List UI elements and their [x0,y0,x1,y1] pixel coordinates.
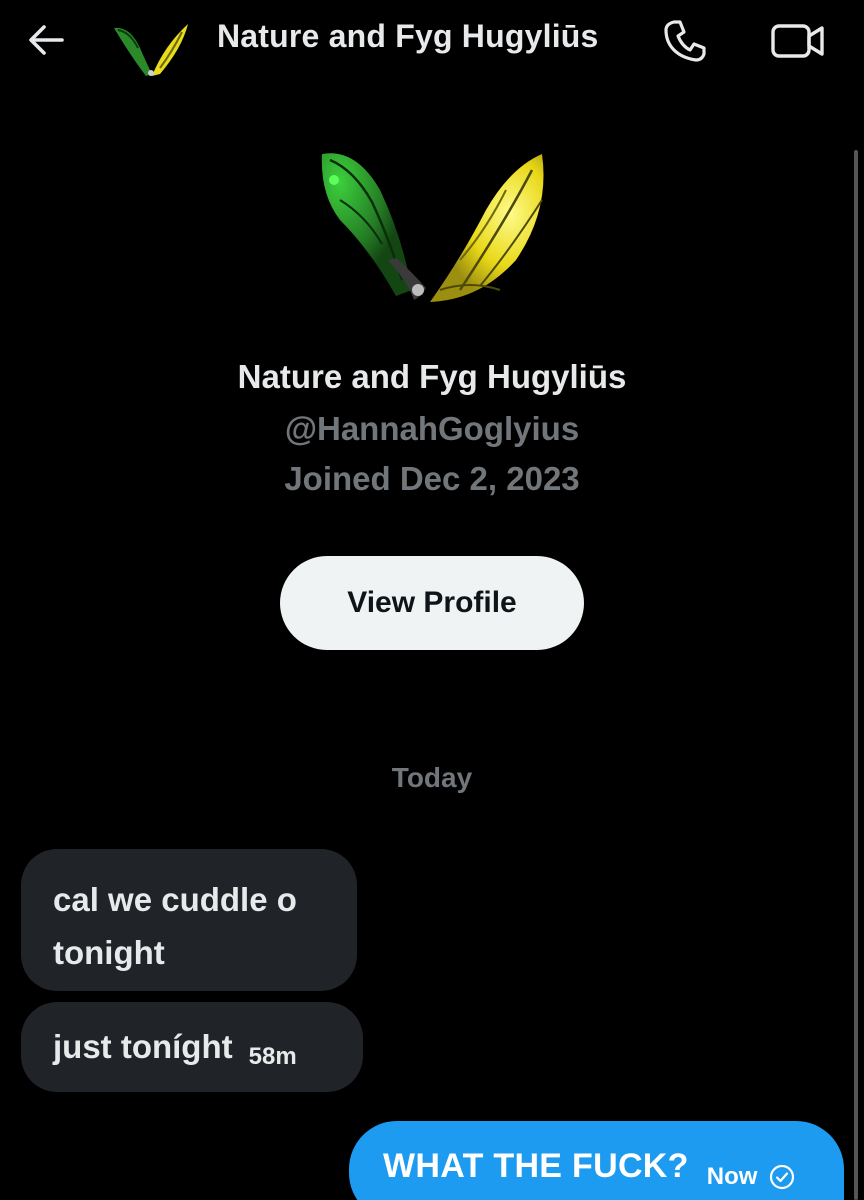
call-button[interactable] [658,14,712,68]
incoming-message-bubble[interactable]: cal we cuddle o tonight [21,849,357,991]
message-meta: Now [707,1163,796,1191]
message-text: WHAT THE FUCK? [383,1147,689,1185]
scrollbar[interactable] [854,150,858,1200]
incoming-message-bubble[interactable]: just toníght 58m [21,1002,363,1092]
outgoing-message-bubble[interactable]: WHAT THE FUCK? Now [349,1121,844,1200]
dm-conversation-screen: Nature and Fyg Hugyliūs Nature and Fyg H… [0,0,864,1200]
message-text: just toníght [53,1028,233,1065]
conversation-header: Nature and Fyg Hugyliūs [0,0,864,80]
message-timestamp: Now [706,1163,758,1190]
back-button[interactable] [22,16,70,64]
video-camera-icon [771,24,824,58]
profile-handle: @HannahGoglyius [284,410,580,447]
date-separator: Today [391,762,473,793]
back-arrow-icon [29,25,64,55]
message-timestamp: 58m [248,1043,297,1070]
check-circle-icon [770,1164,795,1190]
profile-display-name: Nature and Fyg Hugyliūs [237,358,627,395]
profile-joined-date: Joined Dec 2, 2023 [284,460,580,497]
message-text-line: tonight [53,934,165,971]
profile-avatar[interactable] [310,140,554,310]
view-profile-button[interactable]: View Profile [280,556,584,650]
message-text-line: cal we cuddle o [53,881,297,918]
video-call-button[interactable] [768,14,828,68]
header-avatar[interactable] [112,18,192,78]
conversation-title[interactable]: Nature and Fyg Hugyliūs [217,18,599,55]
phone-icon [664,20,706,62]
